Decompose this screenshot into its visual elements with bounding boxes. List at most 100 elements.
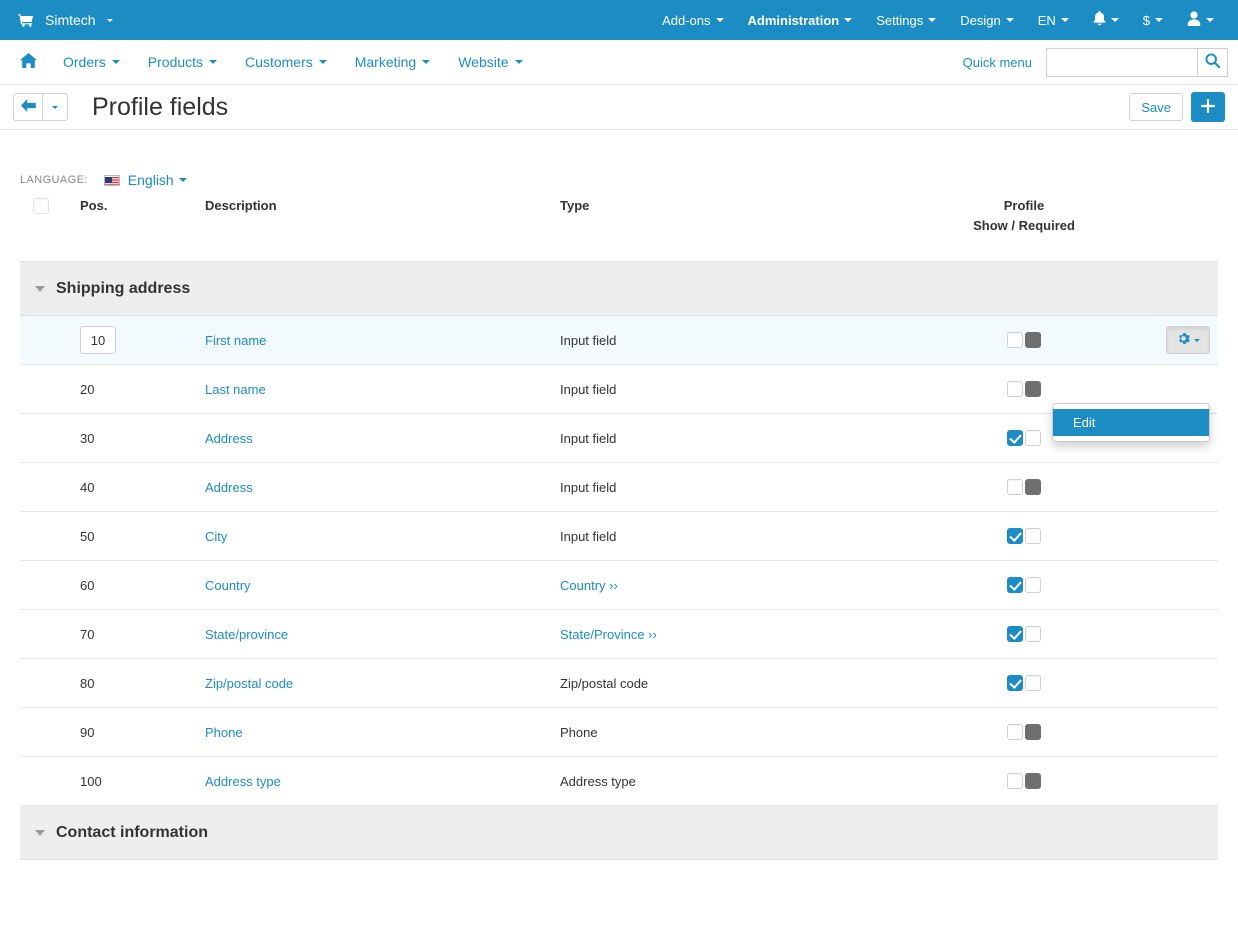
profile-required-checkbox[interactable] bbox=[1025, 626, 1041, 642]
profile-required-checkbox[interactable] bbox=[1025, 430, 1041, 446]
profile-required-checkbox bbox=[1025, 724, 1041, 740]
profile-required-checkbox[interactable] bbox=[1025, 528, 1041, 544]
row-type-cell: Zip/postal code bbox=[560, 659, 900, 708]
back-button-group bbox=[13, 93, 68, 121]
profile-show-checkbox[interactable] bbox=[1007, 626, 1023, 642]
dollar-icon: $ bbox=[1143, 13, 1150, 28]
th-pos: Pos. bbox=[80, 188, 205, 262]
nav-label: Products bbox=[148, 54, 203, 70]
brand-menu[interactable]: Simtech bbox=[18, 12, 113, 28]
table-row[interactable]: First nameInput field bbox=[20, 316, 1218, 365]
brand-label: Simtech bbox=[45, 12, 96, 28]
nav-label: Customers bbox=[245, 54, 313, 70]
th-description: Description bbox=[205, 188, 560, 262]
row-position-cell: 30 bbox=[80, 414, 205, 463]
profile-show-checkbox[interactable] bbox=[1007, 528, 1023, 544]
nav-item-home[interactable] bbox=[10, 40, 49, 85]
profile-required-checkbox[interactable] bbox=[1025, 577, 1041, 593]
table-row[interactable]: 50CityInput field bbox=[20, 512, 1218, 561]
profile-show-checkbox[interactable] bbox=[1007, 332, 1023, 348]
description-link[interactable]: First name bbox=[205, 333, 266, 348]
table-row[interactable]: 40AddressInput field bbox=[20, 463, 1218, 512]
nav-item-orders[interactable]: Orders bbox=[49, 40, 134, 85]
row-profile-cell bbox=[900, 512, 1148, 561]
topnav-label: Design bbox=[960, 13, 1000, 28]
row-description-cell: Address type bbox=[205, 757, 560, 806]
description-link[interactable]: Country bbox=[205, 578, 251, 593]
profile-show-checkbox[interactable] bbox=[1007, 577, 1023, 593]
back-button[interactable] bbox=[13, 93, 43, 121]
description-link[interactable]: Address bbox=[205, 480, 253, 495]
topnav-label: Settings bbox=[876, 13, 923, 28]
th-pos-label: Pos. bbox=[80, 198, 107, 213]
profile-show-checkbox[interactable] bbox=[1007, 724, 1023, 740]
row-position-cell: 100 bbox=[80, 757, 205, 806]
profile-show-checkbox[interactable] bbox=[1007, 479, 1023, 495]
arrow-left-icon bbox=[21, 99, 36, 115]
quick-menu-link[interactable]: Quick menu bbox=[949, 55, 1046, 70]
add-button[interactable] bbox=[1191, 92, 1225, 122]
language-value[interactable]: English bbox=[128, 172, 174, 188]
triangle-down-icon[interactable] bbox=[35, 286, 45, 292]
profile-show-checkbox[interactable] bbox=[1007, 430, 1023, 446]
topnav-item-design[interactable]: Design bbox=[948, 0, 1025, 40]
topnav-item-currency[interactable]: $ bbox=[1131, 0, 1175, 40]
table-row[interactable]: 20Last nameInput field bbox=[20, 365, 1218, 414]
select-all-checkbox[interactable] bbox=[33, 198, 49, 214]
row-actions-cell bbox=[1148, 316, 1218, 365]
nav-item-marketing[interactable]: Marketing bbox=[341, 40, 444, 85]
profile-show-checkbox[interactable] bbox=[1007, 773, 1023, 789]
table-row[interactable]: 30Address Input field bbox=[20, 414, 1218, 463]
table-row[interactable]: 80Zip/postal codeZip/postal code bbox=[20, 659, 1218, 708]
description-link[interactable]: State/province bbox=[205, 627, 288, 642]
save-button[interactable]: Save bbox=[1129, 93, 1183, 121]
description-link[interactable]: Address bbox=[205, 431, 253, 446]
position-input[interactable] bbox=[80, 326, 116, 354]
row-type-cell: Input field bbox=[560, 414, 900, 463]
nav-item-website[interactable]: Website bbox=[444, 40, 536, 85]
description-link[interactable]: Phone bbox=[205, 725, 243, 740]
table-row[interactable]: 100Address typeAddress type bbox=[20, 757, 1218, 806]
search-input[interactable] bbox=[1046, 48, 1197, 77]
top-nav: Add-ons Administration Settings Design E… bbox=[650, 0, 1226, 40]
table-row[interactable]: 60CountryCountry ›› bbox=[20, 561, 1218, 610]
profile-show-checkbox[interactable] bbox=[1007, 675, 1023, 691]
row-actions-button[interactable] bbox=[1166, 326, 1210, 354]
description-link[interactable]: Address type bbox=[205, 774, 281, 789]
table-row[interactable]: 70State/provinceState/Province ›› bbox=[20, 610, 1218, 659]
nav-item-customers[interactable]: Customers bbox=[231, 40, 341, 85]
topnav-item-settings[interactable]: Settings bbox=[864, 0, 948, 40]
language-label: LANGUAGE: bbox=[20, 174, 88, 186]
type-link[interactable]: State/Province ›› bbox=[560, 627, 657, 642]
description-link[interactable]: Last name bbox=[205, 382, 266, 397]
row-description-cell: City bbox=[205, 512, 560, 561]
back-dropdown-button[interactable] bbox=[43, 93, 68, 121]
table-row[interactable]: 90PhonePhone bbox=[20, 708, 1218, 757]
topnav-label: Administration bbox=[748, 13, 840, 28]
profile-fields-table: Pos. Description Type Profile Show / Req… bbox=[20, 188, 1218, 860]
nav-item-products[interactable]: Products bbox=[134, 40, 231, 85]
chevron-down-icon bbox=[422, 60, 430, 64]
dropdown-item-edit[interactable]: Edit bbox=[1053, 409, 1209, 436]
chevron-down-icon[interactable] bbox=[179, 178, 187, 182]
description-link[interactable]: City bbox=[205, 529, 227, 544]
type-link[interactable]: Country ›› bbox=[560, 578, 618, 593]
type-value: Input field bbox=[560, 480, 616, 495]
topnav-item-administration[interactable]: Administration bbox=[736, 0, 865, 40]
profile-required-checkbox[interactable] bbox=[1025, 675, 1041, 691]
search-button[interactable] bbox=[1197, 48, 1228, 77]
gear-icon bbox=[1177, 332, 1190, 348]
topnav-item-account[interactable] bbox=[1175, 0, 1226, 40]
triangle-down-icon[interactable] bbox=[35, 830, 45, 836]
chevron-down-icon bbox=[107, 19, 113, 22]
nav-label: Marketing bbox=[355, 54, 416, 70]
row-actions-cell bbox=[1148, 561, 1218, 610]
th-profile: Profile Show / Required bbox=[900, 188, 1148, 262]
topnav-item-notifications[interactable] bbox=[1081, 0, 1131, 40]
description-link[interactable]: Zip/postal code bbox=[205, 676, 293, 691]
profile-show-checkbox[interactable] bbox=[1007, 381, 1023, 397]
topnav-item-addons[interactable]: Add-ons bbox=[650, 0, 735, 40]
row-select-cell bbox=[20, 463, 80, 512]
row-profile-cell bbox=[900, 463, 1148, 512]
topnav-item-language[interactable]: EN bbox=[1026, 0, 1081, 40]
